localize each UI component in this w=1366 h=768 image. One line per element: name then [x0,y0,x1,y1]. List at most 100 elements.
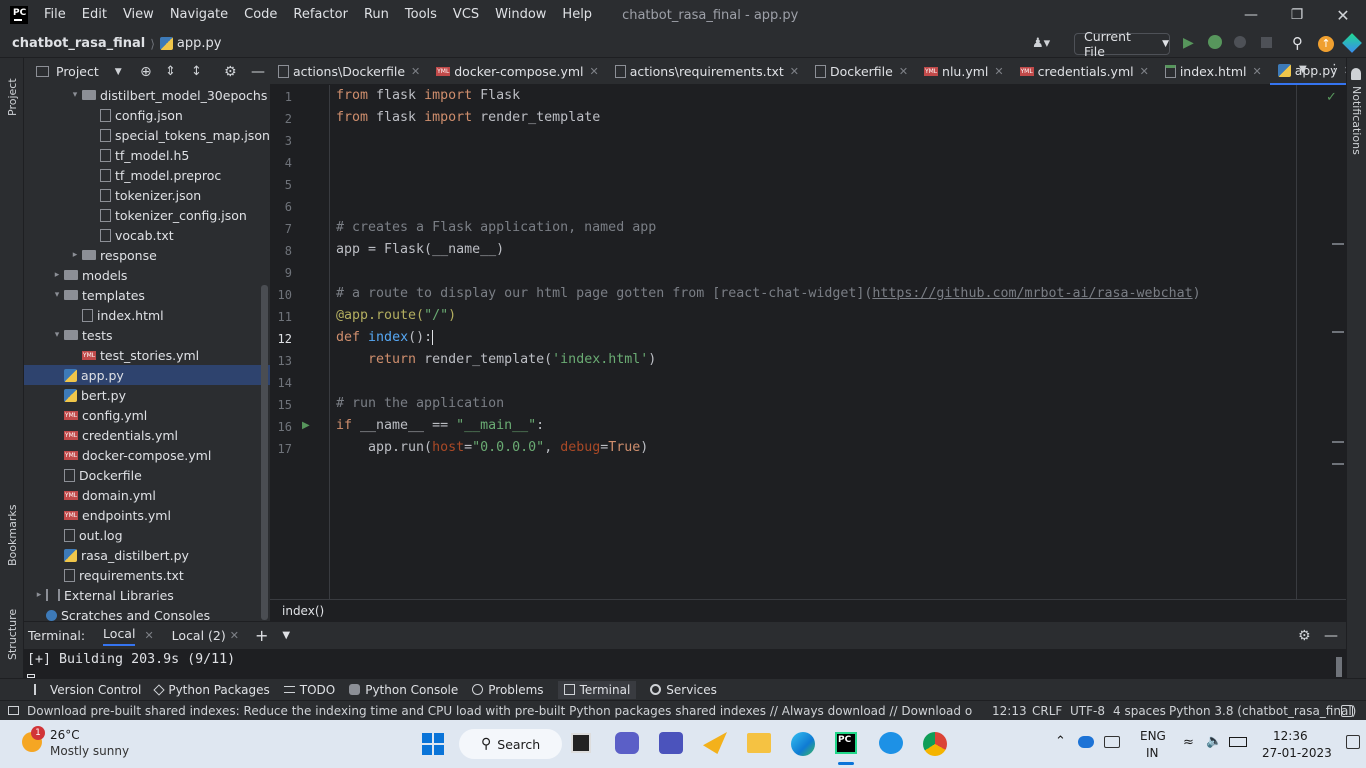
tree-item[interactable]: YML test_stories.yml [24,345,270,365]
code-line[interactable]: app = Flask(__name__) [336,239,504,261]
tree-item[interactable]: Scratches and Consoles [24,605,270,621]
menu-navigate[interactable]: Navigate [162,0,236,30]
problems-button[interactable]: Problems [472,683,544,697]
chevron-right-icon[interactable]: ▸ [68,250,82,260]
hide-panel-icon[interactable]: — [251,64,265,80]
edge-browser-icon[interactable] [791,732,815,756]
gear-icon[interactable]: ⚙ [224,64,237,80]
tree-item[interactable]: YML domain.yml [24,485,270,505]
todo-button[interactable]: TODO [283,683,335,697]
clock-date[interactable]: 27-01-2023 [1262,746,1332,760]
tree-item[interactable]: out.log [24,525,270,545]
code-line[interactable]: # creates a Flask application, named app [336,217,656,239]
editor-tab[interactable]: actions\Dockerfile ✕ [270,58,428,85]
menu-view[interactable]: View [115,0,162,30]
project-tool-button[interactable]: Project [6,66,19,116]
run-config-select[interactable]: Current File ▼ [1074,29,1170,59]
toggle-tool-windows-icon[interactable] [8,706,19,715]
version-control-button[interactable]: Version Control [34,683,141,697]
tree-item[interactable]: YML config.yml [24,405,270,425]
restore-button[interactable]: ❐ [1274,0,1320,30]
tree-item[interactable]: app.py [24,365,270,385]
chevron-down-icon[interactable]: ▾ [50,290,64,300]
indent-setting[interactable]: 4 spaces [1113,704,1166,718]
code-line[interactable]: @app.route("/") [336,305,456,327]
user-icon[interactable]: ♟▾ [1032,36,1050,51]
volume-icon[interactable]: 🔈 [1206,734,1222,749]
code-line[interactable]: def index(): [336,327,442,349]
tree-item[interactable]: ▾ templates [24,285,270,305]
close-window-button[interactable]: ✕ [1320,0,1366,30]
lock-icon[interactable] [1341,704,1353,717]
editor-tab[interactable]: YML credentials.yml ✕ [1012,58,1157,85]
chevron-down-icon[interactable]: ▾ [68,90,82,100]
menu-run[interactable]: Run [356,0,397,30]
run-gutter-icon[interactable]: ▶ [302,420,310,431]
code-line[interactable]: # run the application [336,393,504,415]
terminal-tab-local-2[interactable]: Local (2) [172,628,226,643]
chevron-down-icon[interactable]: ▾ [50,330,64,340]
close-tab-icon[interactable]: ✕ [230,629,239,642]
file-explorer-icon[interactable] [747,733,771,753]
editor-tab[interactable]: actions\requirements.txt ✕ [607,58,807,85]
notifications-bell-icon[interactable] [1351,68,1361,80]
breadcrumb-file[interactable]: app.py [177,36,222,51]
run-icon[interactable]: ▶ [1183,35,1194,51]
notifications-tool-button[interactable]: Notifications [1350,86,1363,155]
add-terminal-icon[interactable]: + [255,626,268,645]
locate-icon[interactable]: ⊕ [140,64,152,80]
gear-icon[interactable]: ⚙ [1298,628,1311,644]
tree-item[interactable]: tokenizer_config.json [24,205,270,225]
start-button[interactable] [422,733,444,755]
chevron-right-icon[interactable]: ▸ [50,270,64,280]
tree-item[interactable]: ▸ response [24,245,270,265]
menu-code[interactable]: Code [236,0,285,30]
keyboard-icon[interactable] [1104,736,1120,748]
jetbrains-ai-icon[interactable] [1342,33,1362,53]
tree-item[interactable]: special_tokens_map.json [24,125,270,145]
close-tab-icon[interactable]: ✕ [590,65,599,78]
menu-window[interactable]: Window [487,0,554,30]
tree-item[interactable]: bert.py [24,385,270,405]
chevron-up-icon[interactable]: ⌃ [1055,734,1066,749]
weather-temp[interactable]: 26°C [50,728,80,742]
chevron-right-icon[interactable]: ▸ [32,590,46,600]
structure-tool-button[interactable]: Structure [6,600,19,660]
tree-item[interactable]: YML endpoints.yml [24,505,270,525]
language-indicator[interactable]: ENG [1140,729,1166,743]
search-icon[interactable]: ⚲ [1292,34,1303,52]
code-line[interactable]: return render_template('index.html') [336,349,656,371]
menu-vcs[interactable]: VCS [445,0,487,30]
chevron-down-icon[interactable]: ▼ [115,67,122,77]
debug-icon[interactable] [1208,35,1222,49]
wifi-icon[interactable]: ≈ [1183,735,1194,750]
bookmarks-tool-button[interactable]: Bookmarks [6,505,19,566]
onedrive-icon[interactable] [1078,736,1094,748]
tree-item[interactable]: ▸ External Libraries [24,585,270,605]
menu-edit[interactable]: Edit [74,0,115,30]
code-line[interactable]: if __name__ == "__main__": [336,415,544,437]
tree-item[interactable]: vocab.txt [24,225,270,245]
editor-tab[interactable]: YML docker-compose.yml ✕ [428,58,607,85]
tree-item[interactable]: tf_model.preproc [24,165,270,185]
clock-time[interactable]: 12:36 [1273,729,1308,743]
terminal-output[interactable]: [+] Building 203.9s (9/11) [24,649,1346,678]
tree-item[interactable]: index.html [24,305,270,325]
project-scrollbar[interactable] [261,285,268,620]
caret-position[interactable]: 12:13 [992,704,1027,718]
stop-icon[interactable] [1261,37,1272,48]
zoom-meet-icon[interactable] [615,732,639,754]
code-line[interactable]: # a route to display our html page gotte… [336,283,1201,305]
battery-icon[interactable] [1229,737,1247,747]
code-line[interactable]: from flask import Flask [336,85,520,107]
project-panel-title[interactable]: Project [56,64,99,79]
file-encoding[interactable]: UTF-8 [1070,704,1105,718]
more-options-icon[interactable]: ⋮ [1328,62,1341,77]
line-separator[interactable]: CRLF [1032,704,1062,718]
chevron-down-icon[interactable]: ▼ [1299,64,1307,75]
close-tab-icon[interactable]: ✕ [899,65,908,78]
terminal-tab-local[interactable]: Local [103,626,136,646]
notification-center-icon[interactable] [1346,735,1360,749]
python-interpreter[interactable]: Python 3.8 (chatbot_rasa_final) [1169,704,1356,718]
editor-tab[interactable]: Dockerfile ✕ [807,58,916,85]
